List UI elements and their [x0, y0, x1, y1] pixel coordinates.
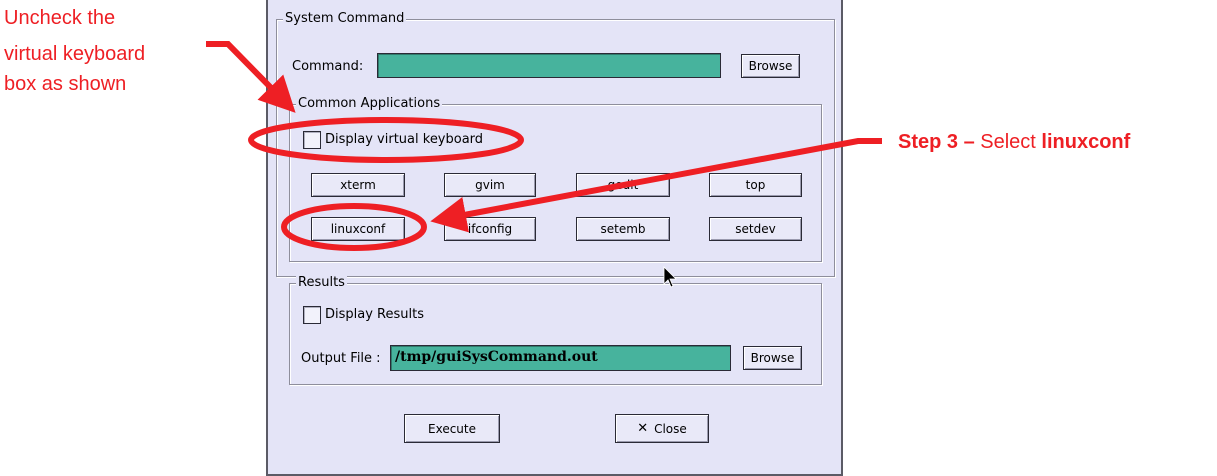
mouse-pointer-icon: [663, 266, 677, 288]
pointer-arrow-left: [206, 41, 296, 113]
highlight-ellipse-keyboard: [248, 117, 524, 163]
highlight-ellipse-linuxconf: [281, 203, 427, 251]
annotation-overlay: [206, 41, 882, 288]
pointer-arrow-right: [430, 138, 882, 233]
